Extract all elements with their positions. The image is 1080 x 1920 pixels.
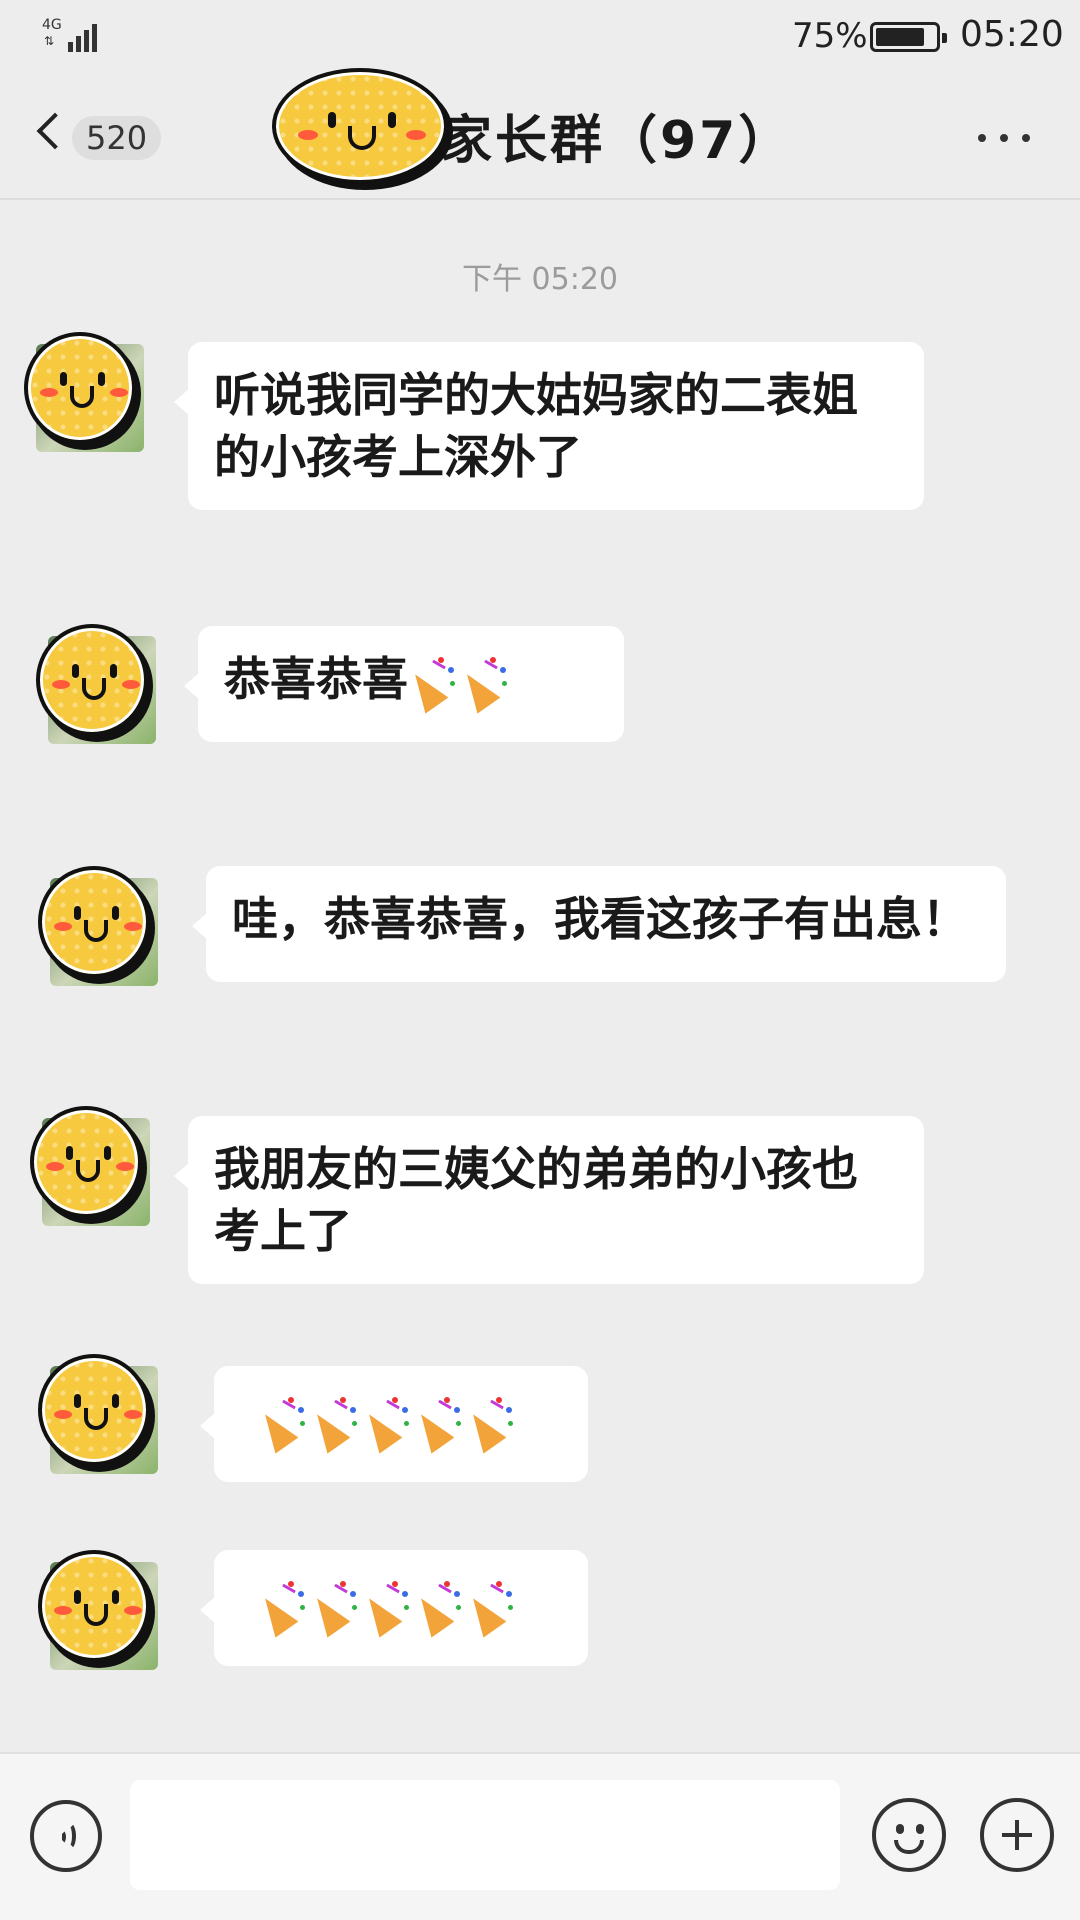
sender-avatar[interactable] (30, 1106, 166, 1242)
chat-timestamp: 下午 05:20 (462, 262, 618, 297)
sender-avatar[interactable] (38, 1354, 174, 1490)
smiley-sticker (38, 866, 150, 978)
message-input[interactable] (130, 1780, 840, 1890)
message-bubble[interactable]: 我朋友的三姨父的弟弟的小孩也考上了 (174, 1116, 924, 1284)
chat-title-text: 家长群（97） (440, 111, 794, 171)
smiley-sticker (24, 332, 136, 444)
message-bubble[interactable]: 🎉🎉🎉🎉🎉 (200, 1550, 588, 1666)
more-dots-icon (978, 134, 986, 142)
smiley-sticker (30, 1106, 142, 1218)
smiley-sticker (36, 624, 148, 736)
message-bubble[interactable]: 哇，恭喜恭喜，我看这孩子有出息！ (192, 866, 1006, 982)
chat-header: 520 家长群（97） (0, 72, 1080, 200)
message-bubble[interactable]: 🎉🎉🎉🎉🎉 (200, 1366, 588, 1482)
voice-button[interactable] (30, 1800, 102, 1872)
plus-button[interactable] (980, 1798, 1054, 1872)
smiley-sticker (38, 1354, 150, 1466)
sender-avatar[interactable] (36, 624, 172, 760)
input-bar (0, 1752, 1080, 1920)
party-popper-icon (253, 1577, 310, 1638)
back-button[interactable]: 520 (34, 108, 164, 168)
more-button[interactable] (972, 124, 1042, 154)
message-text: 恭喜恭喜 (224, 652, 408, 706)
status-time: 05:20 (960, 14, 1064, 55)
smiley-sticker-overlay (272, 68, 448, 184)
sender-avatar[interactable] (24, 332, 160, 468)
party-popper-icon (455, 653, 512, 714)
network-type: 4G (42, 17, 62, 33)
smiley-sticker (38, 1550, 150, 1662)
message-bubble[interactable]: 恭喜恭喜 🎉🎉 (184, 626, 624, 742)
signal-icon: 4G ⇅ (42, 18, 102, 54)
message-bubble[interactable]: 听说我同学的大姑妈家的二表姐的小孩考上深外了 (174, 342, 924, 510)
message-text: 哇，恭喜恭喜，我看这孩子有出息！ (232, 892, 968, 946)
party-popper-icon (253, 1393, 310, 1454)
party-popper-icon (403, 653, 460, 714)
message-text: 我朋友的三姨父的弟弟的小孩也考上了 (214, 1142, 858, 1258)
status-bar: 4G ⇅ 75% 05:20 (0, 0, 1080, 72)
sender-avatar[interactable] (38, 1550, 174, 1686)
sender-avatar[interactable] (38, 866, 174, 1002)
message-text: 听说我同学的大姑妈家的二表姐的小孩考上深外了 (214, 368, 858, 484)
unread-count-badge: 520 (72, 116, 162, 160)
battery-percent: 75% (792, 16, 868, 56)
chevron-left-icon (36, 112, 74, 150)
emoji-button[interactable] (872, 1798, 946, 1872)
battery-icon (870, 22, 947, 52)
